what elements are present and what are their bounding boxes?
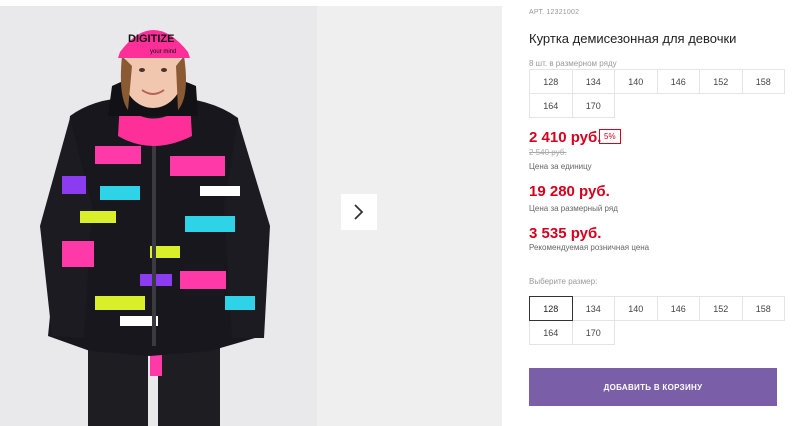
- next-image-button[interactable]: [341, 194, 377, 230]
- size-option[interactable]: 152: [699, 296, 743, 321]
- range-price: 19 280 руб.: [529, 183, 610, 200]
- size-option[interactable]: 134: [571, 296, 615, 321]
- chevron-right-icon: [354, 204, 364, 220]
- range-price-caption: Цена за размерный ряд: [529, 204, 618, 213]
- pack-size-cell: 170: [571, 93, 615, 118]
- hat-text: DIGITIZE: [128, 33, 174, 45]
- size-option[interactable]: 170: [571, 320, 615, 345]
- add-to-cart-button[interactable]: ДОБАВИТЬ В КОРЗИНУ: [529, 368, 777, 406]
- product-gallery: DIGITIZE your mind: [0, 0, 506, 426]
- size-option[interactable]: 158: [741, 296, 785, 321]
- product-title: Куртка демисезонная для девочки: [529, 31, 737, 46]
- hat-subtext: your mind: [150, 49, 176, 55]
- product-photo[interactable]: DIGITIZE your mind: [0, 6, 317, 426]
- choose-size-label: Выберите размер:: [529, 277, 598, 286]
- girl-in-jacket-image: DIGITIZE your mind: [0, 6, 317, 426]
- article-number: АРТ. 12321002: [529, 9, 580, 16]
- size-selector-grid: 128 134 140 146 152 158 164 170: [529, 296, 785, 345]
- pack-size-grid: 128 134 140 146 152 158 164 170: [529, 69, 785, 118]
- pack-size-cell: 128: [529, 69, 573, 94]
- size-option[interactable]: 140: [614, 296, 658, 321]
- unit-price: 2 410 руб.: [529, 129, 602, 146]
- pack-size-cell: 146: [656, 69, 700, 94]
- discount-badge: 5%: [599, 129, 621, 144]
- retail-price: 3 535 руб.: [529, 225, 602, 242]
- pack-size-cell: 134: [571, 69, 615, 94]
- old-price: 2 540 руб.: [529, 148, 567, 157]
- unit-price-caption: Цена за единицу: [529, 162, 592, 171]
- pack-size-cell: 140: [614, 69, 658, 94]
- size-option[interactable]: 128: [529, 296, 573, 321]
- size-option[interactable]: 164: [529, 320, 573, 345]
- retail-price-caption: Рекомендуемая розничная цена: [529, 243, 650, 252]
- pack-size-cell: 158: [741, 69, 785, 94]
- size-option[interactable]: 146: [656, 296, 700, 321]
- pack-size-cell: 152: [699, 69, 743, 94]
- product-info: АРТ. 12321002 Куртка демисезонная для де…: [529, 0, 785, 426]
- pack-size-cell: 164: [529, 93, 573, 118]
- pack-size-label: 8 шт. в размерном ряду: [529, 59, 617, 68]
